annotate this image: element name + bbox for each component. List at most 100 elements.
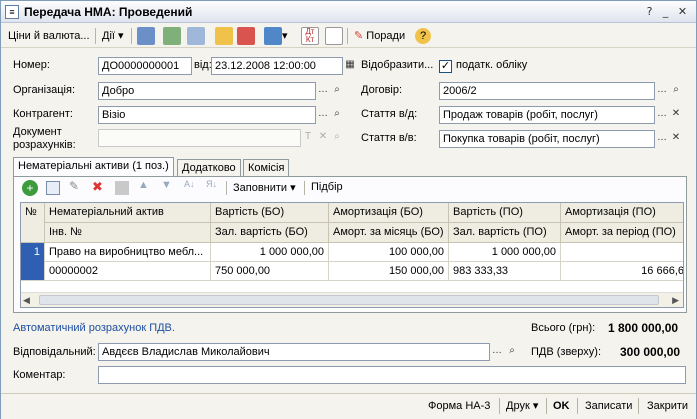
copy-row-icon[interactable]: [46, 181, 60, 195]
scroll-right-icon[interactable]: ▶: [672, 295, 679, 306]
total-value: 1 800 000,00: [608, 321, 679, 335]
scrollbar-thumb[interactable]: [39, 295, 659, 305]
column-header-inv-no[interactable]: Інв. №: [45, 223, 211, 243]
amort-month-bo-cell[interactable]: 150 000,00: [329, 262, 449, 281]
print-menu-button[interactable]: Друк ▾: [506, 398, 538, 415]
column-header-amort-bo[interactable]: Амортизація (БО): [329, 203, 449, 223]
close-window-icon[interactable]: ✕: [674, 4, 691, 19]
column-header-no[interactable]: №: [21, 203, 45, 243]
residual-po-cell[interactable]: 983 333,33: [449, 262, 561, 281]
horizontal-scrollbar[interactable]: ◀ ▶: [21, 292, 683, 307]
column-header-asset[interactable]: Нематеріальний актив: [45, 203, 211, 223]
contract-field[interactable]: 2006/2: [439, 82, 655, 100]
amort-bo-cell[interactable]: 100 000,00: [329, 243, 449, 262]
clear-icon[interactable]: ✕: [316, 129, 330, 147]
advice-button[interactable]: ✎ Поради: [351, 27, 408, 45]
help-icon[interactable]: ?: [415, 28, 431, 44]
main-toolbar: Ціни й валюта... Дії ▾ ▾ Дт Кт ✎ Поради …: [1, 24, 696, 48]
tab-additional[interactable]: Додатково: [177, 159, 241, 177]
structure-icon[interactable]: [325, 27, 343, 45]
calendar-icon[interactable]: ▦: [343, 57, 357, 75]
select-dots-icon[interactable]: …: [490, 343, 504, 361]
cost-bo-cell[interactable]: 1 000 000,00: [211, 243, 329, 262]
chevron-down-icon: ▾: [532, 400, 539, 412]
column-header-amort-po[interactable]: Амортизація (ПО): [561, 203, 683, 223]
number-label: Номер:: [13, 59, 50, 71]
actions-menu-button[interactable]: Дії ▾: [99, 27, 127, 45]
search-icon[interactable]: ⌕: [669, 82, 683, 100]
save-button[interactable]: Записати: [585, 398, 632, 415]
organization-label: Організація:: [13, 84, 75, 96]
chevron-down-icon: ▾: [290, 182, 296, 194]
debit-credit-icon[interactable]: Дт Кт: [301, 27, 319, 45]
select-dots-icon[interactable]: …: [316, 82, 330, 100]
comment-field[interactable]: [98, 366, 686, 384]
prices-currency-button[interactable]: Ціни й валюта...: [5, 27, 93, 45]
responsible-field[interactable]: Авдєєв Владислав Миколайович: [98, 343, 490, 361]
clear-icon[interactable]: ✕: [669, 106, 683, 124]
select-dots-icon[interactable]: …: [655, 130, 669, 148]
fill-menu-button[interactable]: Заповнити ▾: [233, 181, 296, 194]
delete-row-icon[interactable]: ✖: [92, 179, 103, 195]
amort-period-po-cell[interactable]: 16 666,6: [561, 262, 683, 281]
column-header-amort-month-bo[interactable]: Аморт. за місяць (БО): [329, 223, 449, 243]
tab-commission[interactable]: Комісія: [243, 159, 290, 177]
refresh-icon[interactable]: [163, 27, 181, 45]
column-header-residual-bo[interactable]: Зал. вартість (БО): [211, 223, 329, 243]
chevron-down-icon[interactable]: ▾: [282, 27, 288, 45]
asset-cell[interactable]: Право на виробництво мебл...: [45, 243, 211, 262]
search-icon[interactable]: ⌕: [505, 343, 519, 361]
move-down-icon[interactable]: ▼: [161, 179, 172, 191]
column-header-amort-period-po[interactable]: Аморт. за період (ПО): [561, 223, 683, 243]
article-vd-field[interactable]: Продаж товарів (робіт, послуг): [439, 106, 655, 124]
article-vv-field[interactable]: Покупка товарів (робіт, послуг): [439, 130, 655, 148]
sort-ascending-icon[interactable]: A↓: [184, 179, 195, 189]
column-header-cost-bo[interactable]: Вартість (БО): [211, 203, 329, 223]
tax-accounting-checkbox[interactable]: ✓: [439, 60, 452, 73]
toolbar-separator: [95, 28, 96, 44]
move-up-icon[interactable]: ▲: [138, 179, 149, 191]
scroll-left-icon[interactable]: ◀: [23, 295, 30, 306]
organization-field[interactable]: Добро: [98, 82, 316, 100]
unpost-document-icon[interactable]: [237, 27, 255, 45]
search-icon[interactable]: ⌕: [330, 106, 344, 124]
minimize-icon[interactable]: _: [657, 4, 674, 19]
date-field[interactable]: 23.12.2008 12:00:00: [211, 57, 343, 75]
edit-row-icon[interactable]: ✎: [69, 179, 79, 193]
row-number-cell[interactable]: 1: [21, 243, 45, 281]
clear-icon[interactable]: ✕: [669, 130, 683, 148]
select-button[interactable]: Підбір: [311, 181, 343, 193]
inv-no-cell[interactable]: 00000002: [45, 262, 211, 281]
total-label: Всього (грн):: [531, 322, 596, 334]
select-dots-icon[interactable]: …: [316, 106, 330, 124]
help-icon[interactable]: ?: [641, 4, 658, 19]
cost-po-cell[interactable]: 1 000 000,00: [449, 243, 561, 262]
ok-button[interactable]: OK: [553, 398, 570, 415]
article-vv-label: Стаття в/в:: [361, 132, 417, 144]
post-document-icon[interactable]: [215, 27, 233, 45]
settlement-doc-field[interactable]: [98, 129, 301, 147]
column-header-cost-po[interactable]: Вартість (ПО): [449, 203, 561, 223]
residual-bo-cell[interactable]: 750 000,00: [211, 262, 329, 281]
article-vd-label: Стаття в/д:: [361, 108, 418, 120]
end-edit-icon[interactable]: [115, 181, 129, 195]
select-dots-icon[interactable]: …: [655, 106, 669, 124]
auto-vat-link[interactable]: Автоматичний розрахунок ПДВ.: [13, 322, 175, 334]
close-button[interactable]: Закрити: [647, 398, 688, 415]
amort-po-cell[interactable]: [561, 243, 683, 262]
type-t-icon[interactable]: T: [301, 129, 315, 147]
enter-based-on-icon[interactable]: [264, 27, 282, 45]
copy-document-icon[interactable]: [187, 27, 205, 45]
toolbar-separator: [226, 181, 227, 195]
sort-descending-icon[interactable]: Я↓: [206, 179, 217, 189]
tab-intangible-assets[interactable]: Нематеріальні активи (1 поз.): [13, 157, 174, 177]
form-na3-button[interactable]: Форма НА-3: [428, 398, 490, 415]
search-icon[interactable]: ⌕: [330, 82, 344, 100]
post-and-close-icon[interactable]: [137, 27, 155, 45]
search-icon[interactable]: ⌕: [330, 129, 344, 147]
counterparty-field[interactable]: Візіо: [98, 106, 316, 124]
select-dots-icon[interactable]: …: [655, 82, 669, 100]
column-header-residual-po[interactable]: Зал. вартість (ПО): [449, 223, 561, 243]
number-field[interactable]: ДО0000000001: [98, 57, 192, 75]
add-row-icon[interactable]: +: [22, 180, 38, 196]
